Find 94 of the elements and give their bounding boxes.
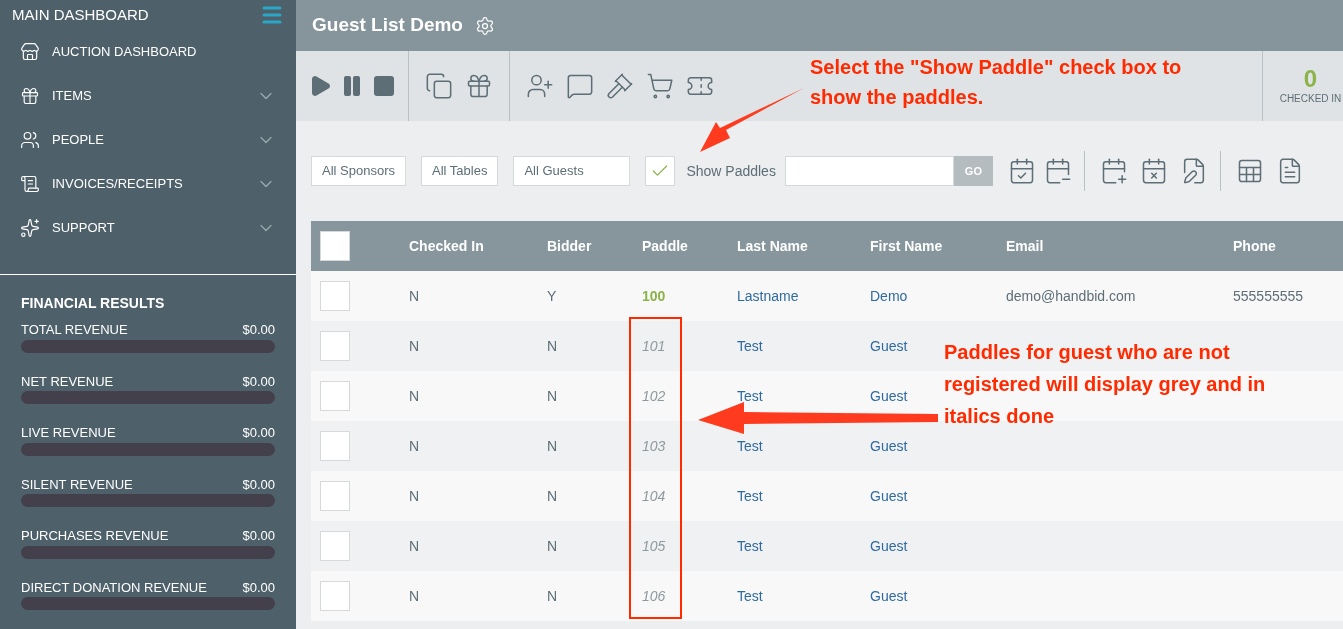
row-checkbox[interactable] <box>320 331 350 361</box>
search-field[interactable] <box>784 156 954 186</box>
table-cell: demo@handbid.com <box>1006 287 1136 304</box>
checked-in-counter: 0 CHECKED IN <box>1262 51 1343 121</box>
page-title: Guest List Demo <box>312 13 463 38</box>
table-cell: Guest <box>870 337 908 354</box>
revenue-label: SILENT REVENUE <box>21 475 133 494</box>
row-checkbox[interactable] <box>320 581 350 611</box>
table-cell: N <box>547 487 558 504</box>
cart-icon[interactable] <box>646 72 674 100</box>
table-cell: N <box>409 287 420 304</box>
table-cell: N <box>409 487 420 504</box>
paddle-number: 102 <box>642 387 666 404</box>
table-cell: Test <box>737 537 763 554</box>
column-header[interactable]: Checked In <box>409 237 484 254</box>
gift-icon[interactable] <box>465 72 493 100</box>
table-cell: Guest <box>870 587 908 604</box>
gift-icon <box>20 86 40 106</box>
gavel-icon[interactable] <box>606 72 634 100</box>
paddle-number: 100 <box>642 287 666 304</box>
column-header[interactable]: Last Name <box>737 237 808 254</box>
table-cell: 555555555 <box>1233 287 1304 304</box>
row-checkbox[interactable] <box>320 381 350 411</box>
table-cell: Test <box>737 587 763 604</box>
revenue-amount: $0.00 <box>242 527 275 545</box>
table-cell: Test <box>737 337 763 354</box>
sidebar-item[interactable]: AUCTION DASHBOARD <box>0 30 296 74</box>
table-cell: Guest <box>870 487 908 504</box>
revenue-label: LIVE REVENUE <box>21 424 116 442</box>
sidebar-title: MAIN DASHBOARD <box>12 4 149 25</box>
column-header[interactable]: Paddle <box>642 237 688 254</box>
column-header[interactable]: Phone <box>1233 237 1276 254</box>
store-icon <box>20 42 40 62</box>
guests-dropdown[interactable]: All Guests <box>513 156 631 186</box>
table-cell: Test <box>737 487 763 504</box>
settings-icon[interactable] <box>475 15 495 36</box>
revenue-amount: $0.00 <box>242 424 275 442</box>
show-paddles-checkbox[interactable] <box>645 156 676 186</box>
table-cell: Guest <box>870 387 908 404</box>
show-paddles-label: Show Paddles <box>686 161 776 181</box>
sidebar-item[interactable]: ITEMS <box>0 74 296 118</box>
tables-dropdown[interactable]: All Tables <box>421 156 499 186</box>
scroll-icon <box>20 174 40 194</box>
table-cell: Lastname <box>737 287 799 304</box>
row-checkbox[interactable] <box>320 531 350 561</box>
annotation-text: Select the "Show Paddle" check box to show the paddles. <box>810 55 1183 110</box>
table-cell: N <box>547 337 558 354</box>
revenue-amount: $0.00 <box>242 321 275 339</box>
sidebar-item[interactable]: INVOICES/RECEIPTS <box>0 162 296 206</box>
table-cell: N <box>409 337 420 354</box>
revenue-amount: $0.00 <box>242 475 275 494</box>
table-cell: Demo <box>870 287 908 304</box>
paddle-number: 104 <box>642 487 666 504</box>
sidebar-item[interactable]: PEOPLE <box>0 118 296 162</box>
financial-results-title: FINANCIAL RESULTS <box>21 294 166 313</box>
table-cell: N <box>547 537 558 554</box>
column-header[interactable]: First Name <box>870 237 943 254</box>
stop-icon[interactable] <box>372 74 396 98</box>
table-cell: N <box>409 537 420 554</box>
revenue-amount: $0.00 <box>242 578 275 597</box>
select-all-checkbox[interactable] <box>320 231 350 261</box>
annotation-text: Paddles for guest who are not registered will display grey and in italics done <box>944 340 1267 429</box>
row-checkbox[interactable] <box>320 481 350 511</box>
revenue-amount: $0.00 <box>242 372 275 391</box>
people-icon <box>20 130 40 150</box>
table-cell: Test <box>737 437 763 454</box>
paddle-number: 106 <box>642 587 666 604</box>
table-cell: Guest <box>870 437 908 454</box>
table-cell: N <box>547 587 558 604</box>
row-checkbox[interactable] <box>320 281 350 311</box>
add-user-icon[interactable] <box>526 72 554 100</box>
chat-icon[interactable] <box>566 72 594 100</box>
table-cell: Y <box>547 287 557 304</box>
row-checkbox[interactable] <box>320 431 350 461</box>
paddle-number: 101 <box>642 337 666 354</box>
table-cell: N <box>409 437 420 454</box>
copy-icon[interactable] <box>425 72 453 100</box>
sponsors-dropdown[interactable]: All Sponsors <box>311 156 406 186</box>
table-cell: N <box>409 387 420 404</box>
table-cell: Test <box>737 387 763 404</box>
table-cell: N <box>547 387 558 404</box>
revenue-label: DIRECT DONATION REVENUE <box>21 578 207 597</box>
paddle-number: 103 <box>642 437 666 454</box>
revenue-label: TOTAL REVENUE <box>21 321 128 339</box>
table-cell: N <box>547 437 558 454</box>
stars-icon <box>20 218 40 238</box>
revenue-label: PURCHASES REVENUE <box>21 527 169 545</box>
table-cell: Guest <box>870 537 908 554</box>
revenue-label: NET REVENUE <box>21 372 114 391</box>
paddle-number: 105 <box>642 537 666 554</box>
column-header[interactable]: Bidder <box>547 237 592 254</box>
sidebar-item[interactable]: SUPPORT <box>0 206 296 250</box>
column-header[interactable]: Email <box>1006 237 1044 254</box>
table-cell: N <box>409 587 420 604</box>
